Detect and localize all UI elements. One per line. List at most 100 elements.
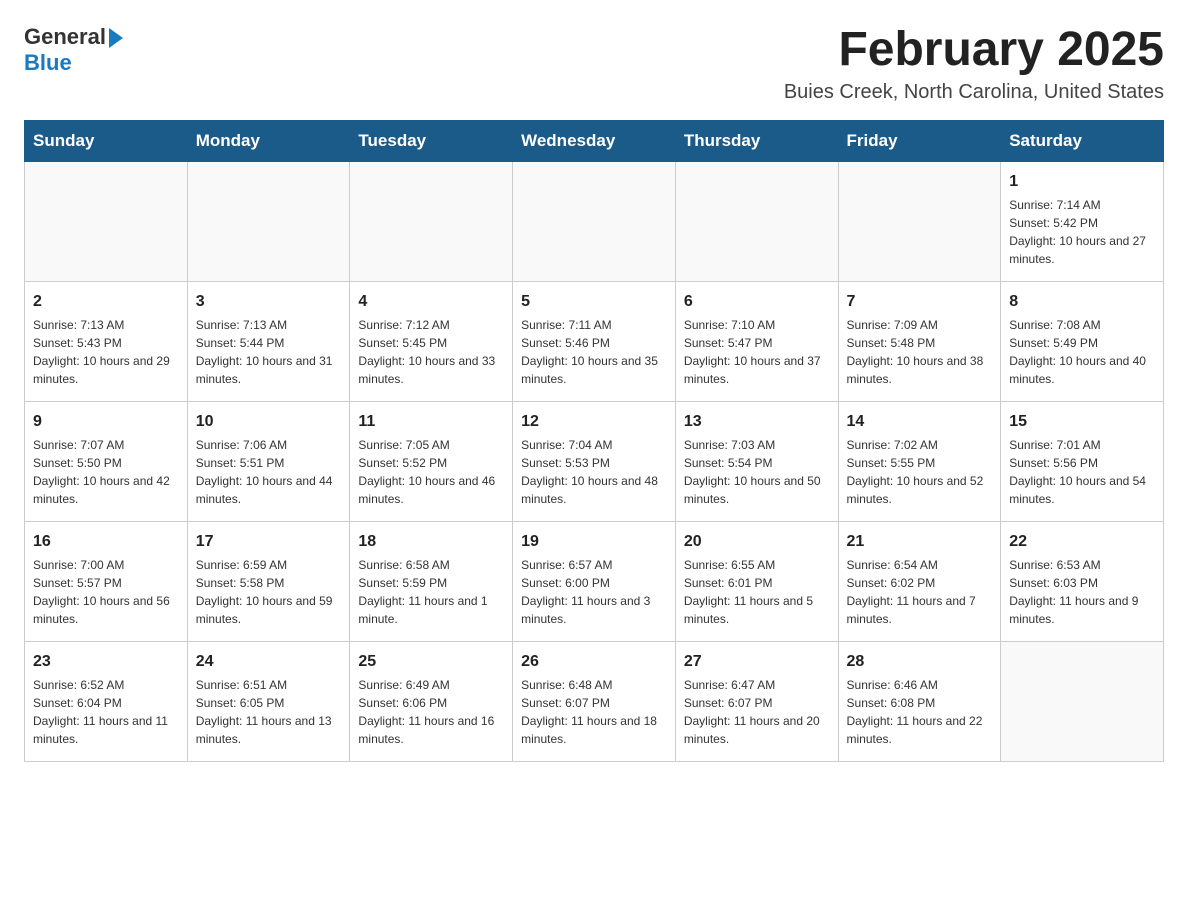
day-info-text: Sunrise: 7:02 AM Sunset: 5:55 PM Dayligh… [847,438,984,506]
day-number: 18 [358,530,504,553]
day-info-text: Sunrise: 7:08 AM Sunset: 5:49 PM Dayligh… [1009,318,1146,386]
calendar-day-cell: 10 Sunrise: 7:06 AM Sunset: 5:51 PM Dayli… [187,401,350,521]
day-info-text: Sunrise: 6:49 AM Sunset: 6:06 PM Dayligh… [358,678,494,746]
calendar-day-cell [838,161,1001,281]
day-info-text: Sunrise: 7:14 AM Sunset: 5:42 PM Dayligh… [1009,198,1146,266]
calendar-week-row: 16 Sunrise: 7:00 AM Sunset: 5:57 PM Dayli… [25,521,1164,641]
calendar-day-cell: 20 Sunrise: 6:55 AM Sunset: 6:01 PM Dayli… [675,521,838,641]
day-of-week-header: Monday [187,120,350,161]
calendar-day-cell: 9 Sunrise: 7:07 AM Sunset: 5:50 PM Daylig… [25,401,188,521]
day-number: 16 [33,530,179,553]
calendar-day-cell: 8Sunrise: 7:08 AM Sunset: 5:49 PM Daylig… [1001,281,1164,401]
calendar-day-cell: 27 Sunrise: 6:47 AM Sunset: 6:07 PM Dayli… [675,641,838,761]
day-info-text: Sunrise: 7:13 AM Sunset: 5:44 PM Dayligh… [196,318,333,386]
calendar-day-cell: 23Sunrise: 6:52 AM Sunset: 6:04 PM Dayli… [25,641,188,761]
day-info-text: Sunrise: 6:57 AM Sunset: 6:00 PM Dayligh… [521,558,650,626]
day-info-text: Sunrise: 6:54 AM Sunset: 6:02 PM Dayligh… [847,558,976,626]
day-of-week-header: Friday [838,120,1001,161]
day-number: 10 [196,410,342,433]
day-number: 2 [33,290,179,313]
day-number: 12 [521,410,667,433]
day-number: 27 [684,650,830,673]
calendar-day-cell: 24 Sunrise: 6:51 AM Sunset: 6:05 PM Dayli… [187,641,350,761]
day-info-text: Sunrise: 6:46 AM Sunset: 6:08 PM Dayligh… [847,678,983,746]
day-info-text: Sunrise: 7:12 AM Sunset: 5:45 PM Dayligh… [358,318,495,386]
day-info-text: Sunrise: 7:06 AM Sunset: 5:51 PM Dayligh… [196,438,333,506]
calendar-day-cell [1001,641,1164,761]
day-info-text: Sunrise: 7:11 AM Sunset: 5:46 PM Dayligh… [521,318,658,386]
calendar-day-cell: 19Sunrise: 6:57 AM Sunset: 6:00 PM Dayli… [513,521,676,641]
day-number: 17 [196,530,342,553]
day-number: 23 [33,650,179,673]
day-info-text: Sunrise: 7:05 AM Sunset: 5:52 PM Dayligh… [358,438,495,506]
day-info-text: Sunrise: 6:55 AM Sunset: 6:01 PM Dayligh… [684,558,813,626]
day-of-week-header: Thursday [675,120,838,161]
calendar-day-cell: 14 Sunrise: 7:02 AM Sunset: 5:55 PM Dayli… [838,401,1001,521]
calendar-day-cell: 11Sunrise: 7:05 AM Sunset: 5:52 PM Dayli… [350,401,513,521]
calendar-day-cell: 16 Sunrise: 7:00 AM Sunset: 5:57 PM Dayli… [25,521,188,641]
calendar-week-row: 2 Sunrise: 7:13 AM Sunset: 5:43 PM Daylig… [25,281,1164,401]
calendar-day-cell: 21 Sunrise: 6:54 AM Sunset: 6:02 PM Dayli… [838,521,1001,641]
day-number: 3 [196,290,342,313]
day-number: 28 [847,650,993,673]
calendar-day-cell [350,161,513,281]
day-of-week-header: Sunday [25,120,188,161]
calendar-day-cell: 13 Sunrise: 7:03 AM Sunset: 5:54 PM Dayli… [675,401,838,521]
calendar-day-cell: 28 Sunrise: 6:46 AM Sunset: 6:08 PM Dayli… [838,641,1001,761]
day-number: 24 [196,650,342,673]
day-info-text: Sunrise: 7:03 AM Sunset: 5:54 PM Dayligh… [684,438,821,506]
day-number: 25 [358,650,504,673]
day-number: 22 [1009,530,1155,553]
day-number: 7 [847,290,993,313]
day-info-text: Sunrise: 7:07 AM Sunset: 5:50 PM Dayligh… [33,438,170,506]
day-info-text: Sunrise: 7:10 AM Sunset: 5:47 PM Dayligh… [684,318,821,386]
day-number: 13 [684,410,830,433]
logo-blue-text: Blue [24,50,72,76]
day-info-text: Sunrise: 7:09 AM Sunset: 5:48 PM Dayligh… [847,318,984,386]
day-number: 20 [684,530,830,553]
day-of-week-header: Wednesday [513,120,676,161]
calendar-day-cell: 3 Sunrise: 7:13 AM Sunset: 5:44 PM Daylig… [187,281,350,401]
day-of-week-header: Saturday [1001,120,1164,161]
logo-arrow-icon [109,28,123,48]
calendar-day-cell [187,161,350,281]
title-section: February 2025 Buies Creek, North Carolin… [784,24,1164,104]
calendar-day-cell: 26 Sunrise: 6:48 AM Sunset: 6:07 PM Dayli… [513,641,676,761]
day-info-text: Sunrise: 7:04 AM Sunset: 5:53 PM Dayligh… [521,438,658,506]
calendar-day-cell: 15Sunrise: 7:01 AM Sunset: 5:56 PM Dayli… [1001,401,1164,521]
calendar-day-cell: 6 Sunrise: 7:10 AM Sunset: 5:47 PM Daylig… [675,281,838,401]
calendar-week-row: 23Sunrise: 6:52 AM Sunset: 6:04 PM Dayli… [25,641,1164,761]
calendar-day-cell: 5Sunrise: 7:11 AM Sunset: 5:46 PM Daylig… [513,281,676,401]
calendar-day-cell: 1Sunrise: 7:14 AM Sunset: 5:42 PM Daylig… [1001,161,1164,281]
calendar-day-cell: 2 Sunrise: 7:13 AM Sunset: 5:43 PM Daylig… [25,281,188,401]
calendar-day-cell: 12 Sunrise: 7:04 AM Sunset: 5:53 PM Dayli… [513,401,676,521]
page-header: General Blue February 2025 Buies Creek, … [24,24,1164,104]
calendar-day-cell: 7 Sunrise: 7:09 AM Sunset: 5:48 PM Daylig… [838,281,1001,401]
day-number: 14 [847,410,993,433]
calendar-day-cell: 17 Sunrise: 6:59 AM Sunset: 5:58 PM Dayli… [187,521,350,641]
day-info-text: Sunrise: 6:48 AM Sunset: 6:07 PM Dayligh… [521,678,657,746]
day-number: 6 [684,290,830,313]
calendar-day-cell: 4Sunrise: 7:12 AM Sunset: 5:45 PM Daylig… [350,281,513,401]
calendar-week-row: 1Sunrise: 7:14 AM Sunset: 5:42 PM Daylig… [25,161,1164,281]
calendar-week-row: 9 Sunrise: 7:07 AM Sunset: 5:50 PM Daylig… [25,401,1164,521]
calendar-day-cell [513,161,676,281]
day-number: 21 [847,530,993,553]
day-info-text: Sunrise: 6:51 AM Sunset: 6:05 PM Dayligh… [196,678,332,746]
calendar-day-cell: 25 Sunrise: 6:49 AM Sunset: 6:06 PM Dayli… [350,641,513,761]
calendar-header-row: SundayMondayTuesdayWednesdayThursdayFrid… [25,120,1164,161]
day-info-text: Sunrise: 6:58 AM Sunset: 5:59 PM Dayligh… [358,558,487,626]
calendar-day-cell [675,161,838,281]
location-text: Buies Creek, North Carolina, United Stat… [784,81,1164,104]
month-title: February 2025 [784,24,1164,77]
day-info-text: Sunrise: 6:59 AM Sunset: 5:58 PM Dayligh… [196,558,333,626]
day-number: 9 [33,410,179,433]
day-info-text: Sunrise: 7:13 AM Sunset: 5:43 PM Dayligh… [33,318,170,386]
logo-general-text: General [24,24,106,50]
calendar-day-cell: 18 Sunrise: 6:58 AM Sunset: 5:59 PM Dayli… [350,521,513,641]
day-info-text: Sunrise: 6:47 AM Sunset: 6:07 PM Dayligh… [684,678,820,746]
day-info-text: Sunrise: 7:00 AM Sunset: 5:57 PM Dayligh… [33,558,170,626]
day-info-text: Sunrise: 7:01 AM Sunset: 5:56 PM Dayligh… [1009,438,1146,506]
calendar-table: SundayMondayTuesdayWednesdayThursdayFrid… [24,120,1164,762]
day-number: 26 [521,650,667,673]
